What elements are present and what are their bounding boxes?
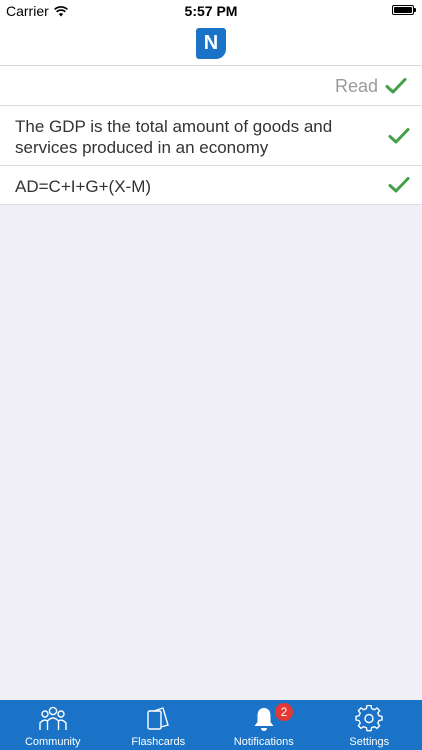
battery-fill [394,7,412,13]
checkmark-icon[interactable] [388,127,410,145]
list-item-text: The GDP is the total amount of goods and… [15,117,333,157]
nav-bar: N [0,22,422,66]
people-icon [39,706,67,730]
tab-community[interactable]: Community [0,700,106,750]
tab-settings[interactable]: Settings [317,700,422,750]
battery-icon [392,5,416,15]
notification-badge: 2 [275,703,293,721]
clock: 5:57 PM [184,3,238,19]
tab-bar: Community Flashcards 2 Notifications Set… [0,700,422,750]
list-item-text: AD=C+I+G+(X-M) [15,177,152,196]
tab-label: Notifications [233,736,294,748]
read-header-row[interactable]: Read [0,66,422,106]
checkmark-icon[interactable] [385,77,407,95]
status-bar: Carrier 5:57 PM [0,0,422,22]
list-item[interactable]: The GDP is the total amount of goods and… [0,106,422,166]
tab-flashcards[interactable]: Flashcards [106,700,212,750]
app-logo-icon: N [196,28,226,59]
list-item[interactable]: AD=C+I+G+(X-M) [0,166,422,205]
cards-icon [147,707,170,730]
tab-notifications[interactable]: 2 Notifications [211,700,317,750]
tab-label: Settings [349,736,390,748]
gear-icon [355,705,383,732]
checkmark-icon[interactable] [388,176,410,194]
screen: Carrier 5:57 PM N Read The GDP is the to… [0,0,422,750]
tab-label: Flashcards [131,736,186,748]
tab-label: Community [24,736,81,748]
read-label: Read [334,76,378,96]
notes-list: The GDP is the total amount of goods and… [0,106,422,205]
